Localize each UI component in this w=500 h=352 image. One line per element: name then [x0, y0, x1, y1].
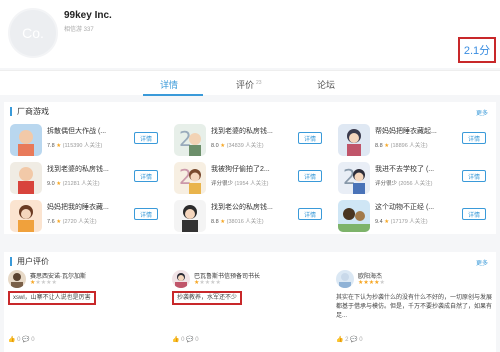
review-rating: ★★★★★	[30, 280, 57, 286]
review-card[interactable]: 欧阳海杰 ★★★★★ 其实在下认为抄袭什么的没有什么不好的，一切原创与发展都基于…	[336, 270, 492, 352]
tab-bar: 详情 评价 23 论坛	[0, 70, 500, 96]
game-detail-button[interactable]: 详情	[298, 132, 322, 144]
game-meta: 8.0 ★ (34839 人关注)	[211, 143, 264, 149]
avatar[interactable]	[172, 270, 190, 288]
user-reviews-section: 用户评价 更多 赛思西安诺·瓦尔加斯 ★★★★★ xswl，山寨不让人说也是厉害…	[4, 252, 496, 352]
game-meta: 9.4 ★ (17179 人关注)	[375, 219, 428, 225]
game-icon	[174, 200, 206, 232]
game-title: 拆散偶但大作战 (...	[47, 128, 107, 135]
review-actions[interactable]: 👍 2 💬 0	[336, 336, 363, 343]
game-title: 妈妈把我的睡衣藏...	[47, 204, 109, 211]
game-icon	[10, 124, 42, 156]
developer-logo: Co.	[8, 8, 58, 58]
developer-header: Co. 99key Inc. 相信游 337 2.1分	[0, 0, 500, 68]
review-text: 其实在下认为抄袭什么的没有什么不好的，一切原创与发展都基于借承与模仿。但是，千万…	[336, 295, 493, 319]
highlighted-review-text: xswl，山寨不让人说也是厉害	[8, 291, 96, 305]
section-title-reviews: 用户评价	[10, 257, 49, 266]
game-title: 我进不去学校了 (...	[375, 166, 435, 173]
developer-score: 2.1分	[458, 37, 496, 63]
game-item[interactable]: 2 找到老婆的私房钱... 8.0 ★ (34839 人关注) 详情	[174, 124, 334, 158]
game-detail-button[interactable]: 详情	[134, 208, 158, 220]
logo-text: Co.	[22, 25, 44, 41]
review-card[interactable]: 巴瓦鲁斯书信预备司书长 ★★★★★ 抄袭教养，水军还不少 👍 0 💬 0	[172, 270, 332, 352]
game-detail-button[interactable]: 详情	[462, 208, 486, 220]
game-detail-button[interactable]: 详情	[134, 170, 158, 182]
game-meta: 7.6 ★ (2720 人关注)	[47, 219, 97, 225]
game-title: 我被狗仔偷拍了2...	[211, 166, 270, 173]
developer-games-section: 厂商游戏 更多 拆散偶但大作战 (... 7.8 ★ (115390 人关注) …	[4, 102, 496, 234]
game-title: 帮妈妈把睡衣藏起...	[375, 128, 437, 135]
game-icon	[10, 200, 42, 232]
game-meta: 评分很少 (1954 人关注)	[211, 181, 269, 187]
review-actions[interactable]: 👍 0 💬 0	[172, 336, 199, 343]
games-more-link[interactable]: 更多	[476, 108, 488, 117]
review-card[interactable]: 赛思西安诺·瓦尔加斯 ★★★★★ xswl，山寨不让人说也是厉害 👍 0 💬 0	[8, 270, 168, 352]
developer-subtitle: 相信游 337	[64, 27, 94, 33]
game-item[interactable]: 找到老婆的私房钱... 9.0 ★ (21281 人关注) 详情	[10, 162, 170, 196]
game-detail-button[interactable]: 详情	[462, 132, 486, 144]
game-icon: 2	[174, 124, 206, 156]
review-rating: ★★★★★	[358, 280, 385, 286]
game-item[interactable]: 2 我被狗仔偷拍了2... 评分很少 (1954 人关注) 详情	[174, 162, 334, 196]
game-icon	[338, 124, 370, 156]
tab-forum[interactable]: 论坛	[317, 78, 335, 91]
game-item[interactable]: 2 我进不去学校了 (... 评分很少 (2056 人关注) 详情	[338, 162, 498, 196]
tab-reviews[interactable]: 评价 23	[236, 78, 262, 91]
game-title: 找到老婆的私房钱...	[47, 166, 109, 173]
game-item[interactable]: 妈妈把我的睡衣藏... 7.6 ★ (2720 人关注) 详情	[10, 200, 170, 234]
game-item[interactable]: 找到老公的私房钱... 8.8 ★ (38016 人关注) 详情	[174, 200, 334, 234]
game-item[interactable]: 帮妈妈把睡衣藏起... 8.8 ★ (18896 人关注) 详情	[338, 124, 498, 158]
highlighted-review-text: 抄袭教养，水军还不少	[172, 291, 243, 305]
game-detail-button[interactable]: 详情	[462, 170, 486, 182]
developer-name: 99key Inc.	[64, 10, 112, 21]
game-icon	[10, 162, 42, 194]
review-rating: ★★★★★	[194, 280, 221, 286]
game-title: 找到老公的私房钱...	[211, 204, 273, 211]
game-title: 这个动物不正经 (...	[375, 204, 435, 211]
avatar[interactable]	[336, 270, 354, 288]
review-text: 抄袭教养，水军还不少	[172, 291, 243, 305]
game-detail-button[interactable]: 详情	[298, 208, 322, 220]
review-actions[interactable]: 👍 0 💬 0	[8, 336, 35, 343]
game-detail-button[interactable]: 详情	[298, 170, 322, 182]
tab-active-indicator	[143, 94, 203, 96]
game-item[interactable]: 拆散偶但大作战 (... 7.8 ★ (115390 人关注) 详情	[10, 124, 170, 158]
game-item[interactable]: 这个动物不正经 (... 9.4 ★ (17179 人关注) 详情	[338, 200, 498, 234]
game-title: 找到老婆的私房钱...	[211, 128, 273, 135]
reviews-more-link[interactable]: 更多	[476, 258, 488, 267]
section-title-games: 厂商游戏	[10, 107, 49, 116]
game-icon: 2	[338, 162, 370, 194]
avatar[interactable]	[8, 270, 26, 288]
tab-details[interactable]: 详情	[160, 78, 178, 91]
game-meta: 8.8 ★ (38016 人关注)	[211, 219, 264, 225]
game-detail-button[interactable]: 详情	[134, 132, 158, 144]
game-meta: 8.8 ★ (18896 人关注)	[375, 143, 428, 149]
game-meta: 9.0 ★ (21281 人关注)	[47, 181, 100, 187]
game-icon	[338, 200, 370, 232]
game-meta: 7.8 ★ (115390 人关注)	[47, 143, 103, 149]
game-icon: 2	[174, 162, 206, 194]
game-meta: 评分很少 (2056 人关注)	[375, 181, 433, 187]
review-text: xswl，山寨不让人说也是厉害	[8, 291, 96, 305]
